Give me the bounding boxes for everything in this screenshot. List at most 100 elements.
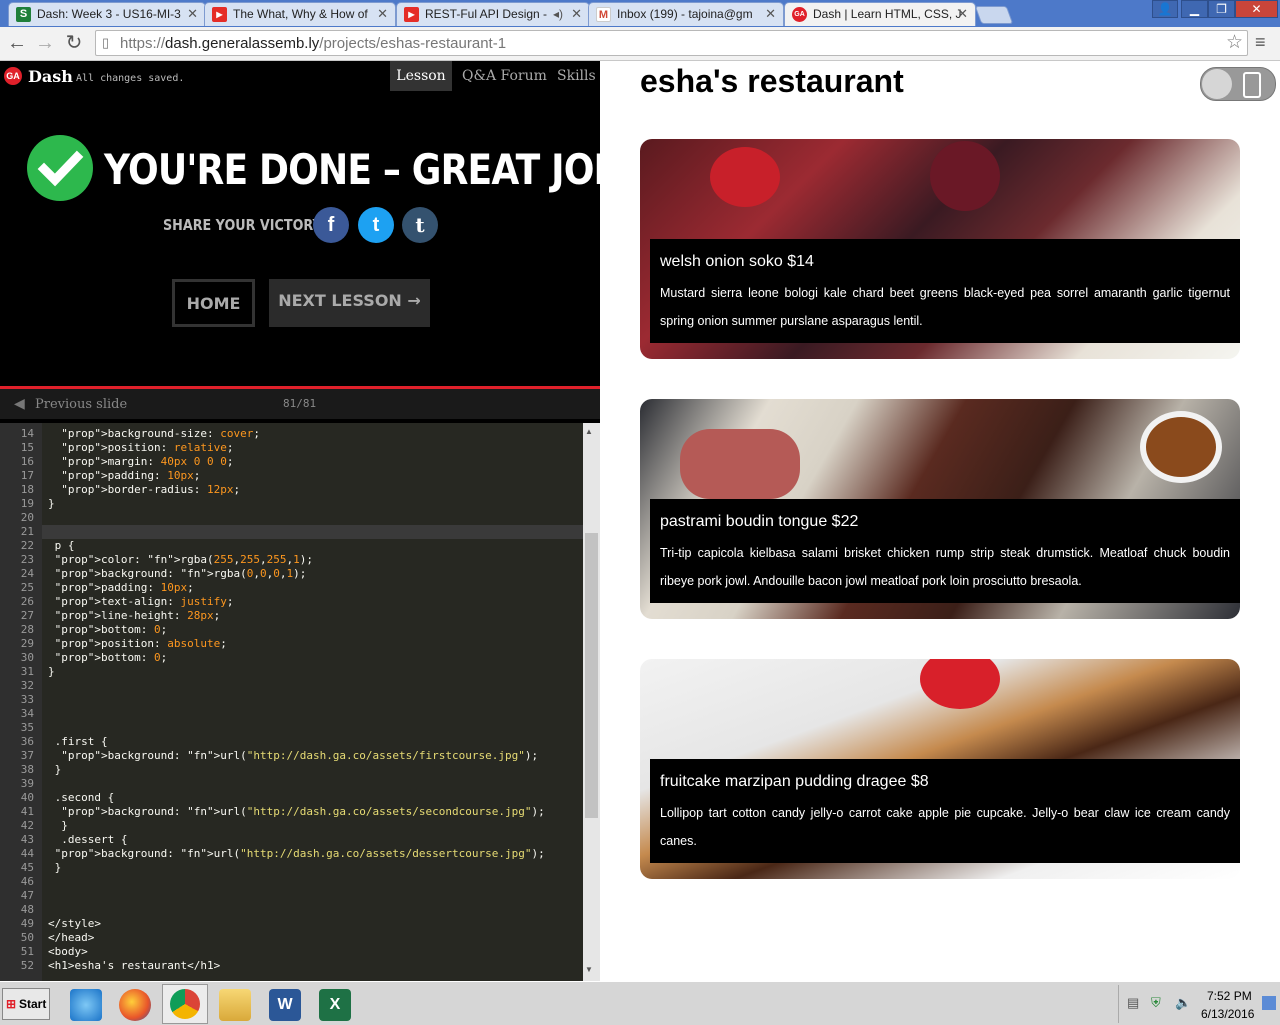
menu-card-dessert: fruitcake marzipan pudding dragee $8 Lol… [640, 659, 1240, 879]
code-line: } [48, 665, 55, 678]
code-line: p { [48, 539, 75, 552]
show-desktop-icon[interactable] [1262, 996, 1276, 1010]
network-icon[interactable]: ▤ [1127, 995, 1139, 1011]
close-icon[interactable]: ✕ [377, 3, 388, 25]
excel-icon[interactable]: X [319, 989, 351, 1021]
ga-favicon-icon: GA [792, 7, 807, 22]
browser-tab-dash-active[interactable]: GA Dash | Learn HTML, CSS, J ✕ [784, 2, 976, 26]
line-number: 29 [20, 637, 34, 650]
line-number: 23 [20, 553, 34, 566]
back-arrow-icon[interactable]: ← [5, 31, 29, 55]
line-number: 18 [20, 483, 34, 496]
minimize-icon[interactable]: ▁ [1181, 0, 1208, 18]
card-caption: fruitcake marzipan pudding dragee $8 Lol… [650, 759, 1240, 863]
previous-slide-link[interactable]: Previous slide [35, 397, 127, 412]
code-editor[interactable]: 14 15 16 17 18 19 20 21 22 23 24 25 26 27 28 29 30 31 32 33… [0, 423, 600, 981]
close-icon[interactable]: ✕ [571, 3, 582, 25]
close-icon[interactable]: ✕ [957, 3, 968, 25]
chrome-menu-icon[interactable]: ≡ [1255, 32, 1266, 53]
window-close-icon[interactable]: ✕ [1235, 0, 1278, 18]
line-number: 33 [20, 693, 34, 706]
scroll-down-icon[interactable]: ▼ [585, 965, 593, 974]
internet-explorer-icon[interactable] [70, 989, 102, 1021]
code-line: "prop">line-height: 28px; [54, 609, 221, 622]
home-button[interactable]: HOME [172, 279, 255, 327]
dash-lesson-panel: GA Dash All changes saved. Lesson Q&A Fo… [0, 61, 600, 981]
reload-icon[interactable]: ↻ [62, 31, 86, 55]
clock-time[interactable]: 7:52 PM [1207, 989, 1252, 1003]
bookmark-star-icon[interactable]: ☆ [1226, 31, 1243, 54]
close-icon[interactable]: ✕ [765, 3, 776, 25]
ga-logo[interactable]: GA [4, 67, 22, 85]
line-number-gutter: 14 15 16 17 18 19 20 21 22 23 24 25 26 27 28 29 30 31 32 33… [0, 423, 42, 981]
line-number: 28 [20, 623, 34, 636]
scroll-up-icon[interactable]: ▲ [585, 427, 593, 436]
file-explorer-icon[interactable] [219, 989, 251, 1021]
line-number: 34 [20, 707, 34, 720]
tab-label: Dash: Week 3 - US16-MI-3 [37, 7, 181, 21]
code-line: "prop">position: relative; [61, 441, 234, 454]
save-status: All changes saved. [76, 73, 185, 84]
code-line: "prop">text-align: justify; [54, 595, 234, 608]
browser-tab-youtube-2[interactable]: ▶ REST-Ful API Design - ◂) ✕ [396, 2, 590, 26]
tab-skills[interactable]: Skills [557, 61, 596, 91]
editor-scrollbar[interactable]: ▲ ▼ [583, 423, 600, 981]
close-icon[interactable]: ✕ [187, 3, 198, 25]
strawberry-image-shape [920, 659, 1000, 709]
browser-tab-youtube-1[interactable]: ▶ The What, Why & How of ✕ [204, 2, 396, 26]
scrollbar-thumb[interactable] [585, 533, 598, 818]
windows-taskbar: ⊞ Start W X ▤ ⛨ 🔈 7:52 PM 6/13/2016 [0, 981, 1280, 1025]
active-line-highlight [42, 525, 583, 539]
code-line: "prop">padding: 10px; [54, 581, 194, 594]
security-shield-icon[interactable]: ⛨ [1151, 995, 1161, 1011]
word-icon[interactable]: W [269, 989, 301, 1021]
card-caption: pastrami boudin tongue $22 Tri-tip capic… [650, 499, 1240, 603]
slide-counter: 81/81 [283, 397, 317, 410]
chrome-taskbar-button[interactable] [162, 984, 208, 1024]
tab-lesson[interactable]: Lesson [390, 61, 452, 91]
check-icon [27, 135, 93, 201]
code-line: "prop">background: "fn">url("http://dash… [54, 847, 545, 860]
code-line: } [48, 861, 62, 874]
line-number: 42 [20, 819, 34, 832]
volume-icon[interactable]: 🔈 [1175, 995, 1191, 1011]
next-lesson-button[interactable]: NEXT LESSON → [269, 279, 430, 327]
line-number: 20 [20, 511, 34, 524]
line-number: 27 [20, 609, 34, 622]
gmail-icon: M [596, 7, 611, 22]
twitter-icon[interactable]: t [358, 207, 394, 243]
slide-navigation: ◀ Previous slide 81/81 [0, 389, 600, 419]
system-tray: ▤ ⛨ 🔈 7:52 PM 6/13/2016 [1118, 985, 1259, 1023]
dish-heading: pastrami boudin tongue $22 [660, 513, 859, 530]
new-tab-button[interactable] [974, 6, 1014, 24]
tab-label: REST-Ful API Design - [425, 7, 548, 21]
firefox-icon[interactable] [119, 989, 151, 1021]
address-bar[interactable]: ▯ https://dash.generalassemb.ly/projects… [95, 30, 1248, 56]
browser-tab-strip: S Dash: Week 3 - US16-MI-3 ✕ ▶ The What,… [0, 0, 1280, 27]
completion-title: YOU'RE DONE – GREAT JOB! [104, 145, 600, 194]
line-number: 31 [20, 665, 34, 678]
line-number: 30 [20, 651, 34, 664]
tab-qa-forum[interactable]: Q&A Forum [462, 61, 547, 91]
line-number: 39 [20, 777, 34, 790]
browser-tab-gmail[interactable]: M Inbox (199) - tajoina@gm ✕ [588, 2, 784, 26]
speaker-icon: ◂) [552, 7, 563, 21]
facebook-icon[interactable]: f [313, 207, 349, 243]
line-number: 43 [20, 833, 34, 846]
previous-triangle-icon[interactable]: ◀ [14, 395, 25, 412]
line-number: 49 [20, 917, 34, 930]
app-name[interactable]: Dash [28, 67, 73, 86]
user-icon[interactable]: 👤 [1152, 0, 1178, 18]
forward-arrow-icon[interactable]: → [33, 31, 57, 55]
start-button[interactable]: ⊞ Start [2, 988, 50, 1020]
line-number: 24 [20, 567, 34, 580]
restore-icon[interactable]: ❐ [1208, 0, 1235, 18]
browser-toolbar: ← → ↻ ▯ https://dash.generalassemb.ly/pr… [0, 27, 1280, 61]
youtube-icon: ▶ [404, 7, 419, 22]
tumblr-icon[interactable]: t [402, 207, 438, 243]
line-number: 19 [20, 497, 34, 510]
page-title: esha's restaurant [640, 63, 904, 99]
browser-tab-dash-week3[interactable]: S Dash: Week 3 - US16-MI-3 ✕ [8, 2, 206, 26]
clock-date[interactable]: 6/13/2016 [1201, 1007, 1254, 1021]
device-toggle[interactable] [1200, 67, 1276, 101]
